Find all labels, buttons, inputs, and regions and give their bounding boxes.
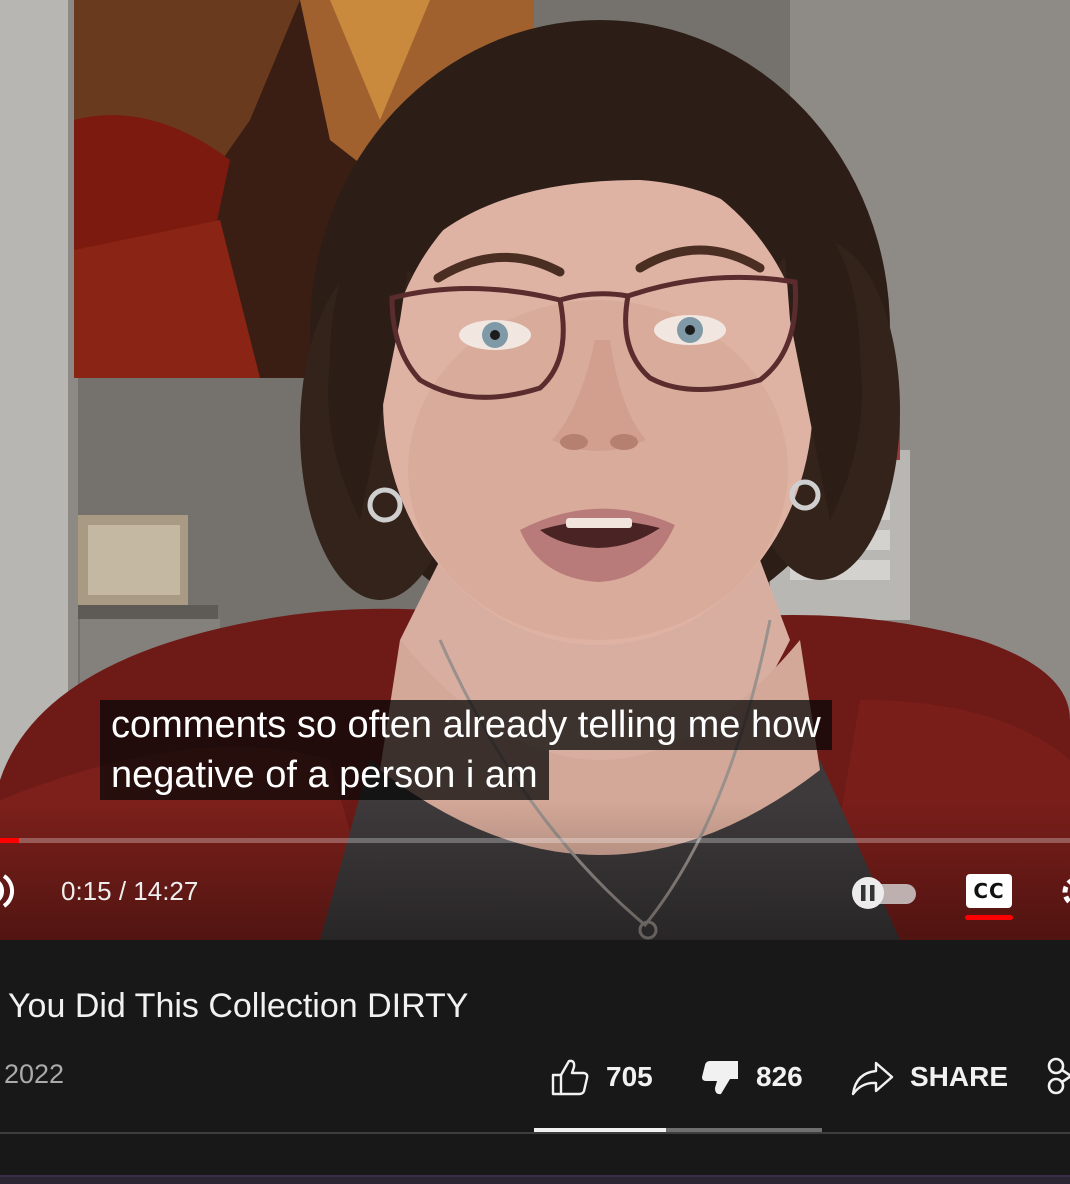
video-player[interactable]: comments so often already telling me how… (0, 0, 1070, 940)
thumbs-down-icon (702, 1061, 738, 1095)
time-total: 14:27 (133, 876, 199, 906)
like-count: 705 (606, 1061, 653, 1092)
progress-played (0, 838, 19, 843)
time-separator: / (111, 876, 134, 906)
cc-active-indicator (965, 915, 1013, 920)
youtube-watch-page: comments so often already telling me how… (0, 0, 1070, 1184)
cc-icon: CC (966, 874, 1012, 908)
share-button[interactable]: SHARE (850, 1054, 1008, 1100)
time-current: 0:15 (61, 876, 112, 906)
caption-window: comments so often already telling me how… (100, 700, 832, 800)
settings-gear-icon[interactable] (1058, 872, 1070, 912)
dislike-button[interactable]: 826 (700, 1054, 803, 1100)
share-arrow-icon (851, 1061, 894, 1096)
caption-line-1: comments so often already telling me how (100, 700, 832, 750)
divider (0, 1132, 1070, 1134)
dislike-count: 826 (756, 1061, 803, 1092)
cc-button[interactable]: CC (962, 872, 1016, 924)
scissors-clip-icon[interactable] (1044, 1056, 1070, 1096)
like-button[interactable]: 705 (550, 1054, 653, 1100)
time-display: 0:15 / 14:27 (61, 875, 198, 907)
volume-icon[interactable] (0, 872, 20, 910)
video-title: You Did This Collection DIRTY (8, 987, 469, 1025)
thumbs-up-icon (551, 1059, 589, 1096)
next-section-edge (0, 1175, 1070, 1184)
autoplay-toggle-icon[interactable] (848, 876, 918, 910)
progress-bar[interactable] (0, 838, 1070, 843)
caption-line-2: negative of a person i am (100, 750, 549, 800)
controls-gradient (0, 800, 1070, 940)
share-label: SHARE (910, 1061, 1009, 1092)
video-date: 2022 (4, 1059, 65, 1089)
